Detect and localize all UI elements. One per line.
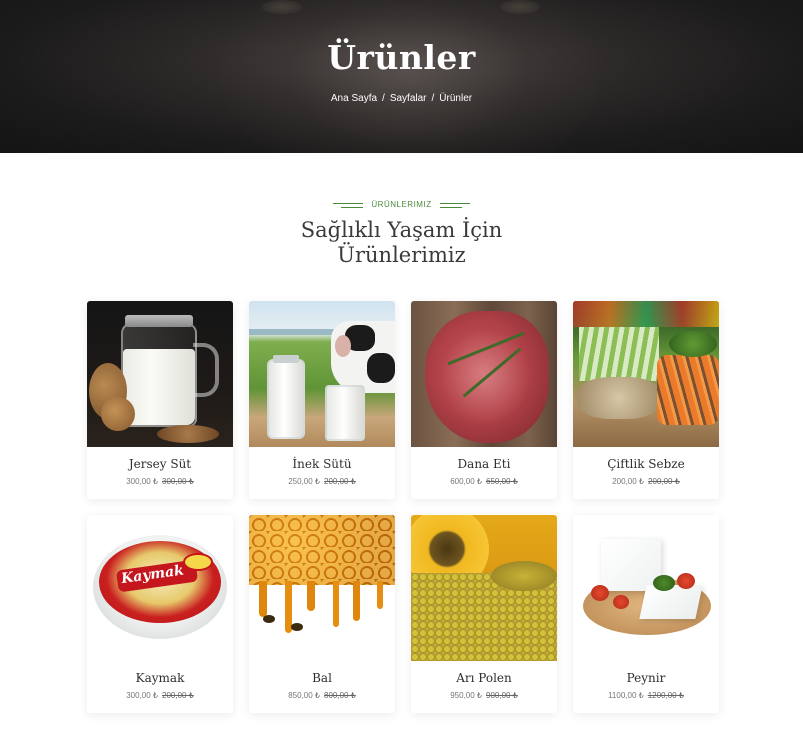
cow-milk-image[interactable]	[249, 301, 395, 447]
product-price: 950,00 ₺ 900,00 ₺	[450, 691, 518, 700]
product-name[interactable]: Peynir	[573, 671, 719, 685]
product-name[interactable]: Arı Polen	[411, 671, 557, 685]
product-price: 1100,00 ₺ 1200,00 ₺	[608, 691, 684, 700]
product-price: 250,00 ₺ 200,00 ₺	[288, 477, 356, 486]
product-name[interactable]: Kaymak	[87, 671, 233, 685]
product-card-dana-eti[interactable]: Dana Eti 600,00 ₺ 650,00 ₺	[411, 301, 557, 499]
section-title: Sağlıklı Yaşam İçin Ürünlerimiz	[300, 218, 503, 267]
product-card-bal[interactable]: Bal 850,00 ₺ 800,00 ₺	[249, 515, 395, 713]
page-hero: Ürünler Ana Sayfa / Sayfalar / Ürünler	[0, 0, 803, 153]
old-price: 1200,00 ₺	[647, 691, 684, 700]
cheese-image[interactable]	[573, 515, 719, 661]
breadcrumb-separator: /	[431, 93, 435, 104]
old-price: 200,00 ₺	[162, 691, 194, 700]
product-card-ciftlik-sebze[interactable]: Çiftlik Sebze 200,00 ₺ 200,00 ₺	[573, 301, 719, 499]
breadcrumb-link-home[interactable]: Ana Sayfa	[331, 93, 377, 104]
kaymak-image[interactable]: Kaymak	[87, 515, 233, 661]
beef-steak-image[interactable]	[411, 301, 557, 447]
product-name[interactable]: İnek Sütü	[249, 457, 395, 471]
product-name[interactable]: Jersey Süt	[87, 457, 233, 471]
product-name[interactable]: Çiftlik Sebze	[573, 457, 719, 471]
old-price: 200,00 ₺	[324, 477, 356, 486]
product-card-peynir[interactable]: Peynir 1100,00 ₺ 1200,00 ₺	[573, 515, 719, 713]
product-price: 600,00 ₺ 650,00 ₺	[450, 477, 518, 486]
decor-lines-icon	[333, 202, 364, 208]
page-title: Ürünler	[327, 38, 476, 77]
breadcrumb-current: Ürünler	[439, 93, 473, 104]
product-price: 300,00 ₺ 200,00 ₺	[126, 691, 194, 700]
product-name[interactable]: Dana Eti	[411, 457, 557, 471]
breadcrumb: Ana Sayfa / Sayfalar / Ürünler	[0, 93, 803, 104]
old-price: 900,00 ₺	[486, 691, 518, 700]
product-price: 850,00 ₺ 800,00 ₺	[288, 691, 356, 700]
old-price: 800,00 ₺	[324, 691, 356, 700]
product-price: 200,00 ₺ 200,00 ₺	[612, 477, 680, 486]
product-card-jersey-sut[interactable]: Jersey Süt 300,00 ₺ 300,00 ₺	[87, 301, 233, 499]
breadcrumb-link-pages[interactable]: Sayfalar	[390, 93, 427, 104]
old-price: 300,00 ₺	[162, 477, 194, 486]
product-card-kaymak[interactable]: Kaymak Kaymak 300,00 ₺ 200,00 ₺	[87, 515, 233, 713]
old-price: 200,00 ₺	[648, 477, 680, 486]
product-card-ari-polen[interactable]: Arı Polen 950,00 ₺ 900,00 ₺	[411, 515, 557, 713]
honey-image[interactable]	[249, 515, 395, 661]
decor-lines-icon	[439, 202, 470, 208]
section-eyebrow: ÜRÜNLERIMIZ	[0, 200, 803, 209]
bee-pollen-image[interactable]	[411, 515, 557, 661]
product-card-inek-sutu[interactable]: İnek Sütü 250,00 ₺ 200,00 ₺	[249, 301, 395, 499]
milk-jar-image[interactable]	[87, 301, 233, 447]
product-price: 300,00 ₺ 300,00 ₺	[126, 477, 194, 486]
old-price: 650,00 ₺	[486, 477, 518, 486]
vegetables-image[interactable]	[573, 301, 719, 447]
product-name[interactable]: Bal	[249, 671, 395, 685]
breadcrumb-separator: /	[382, 93, 385, 104]
